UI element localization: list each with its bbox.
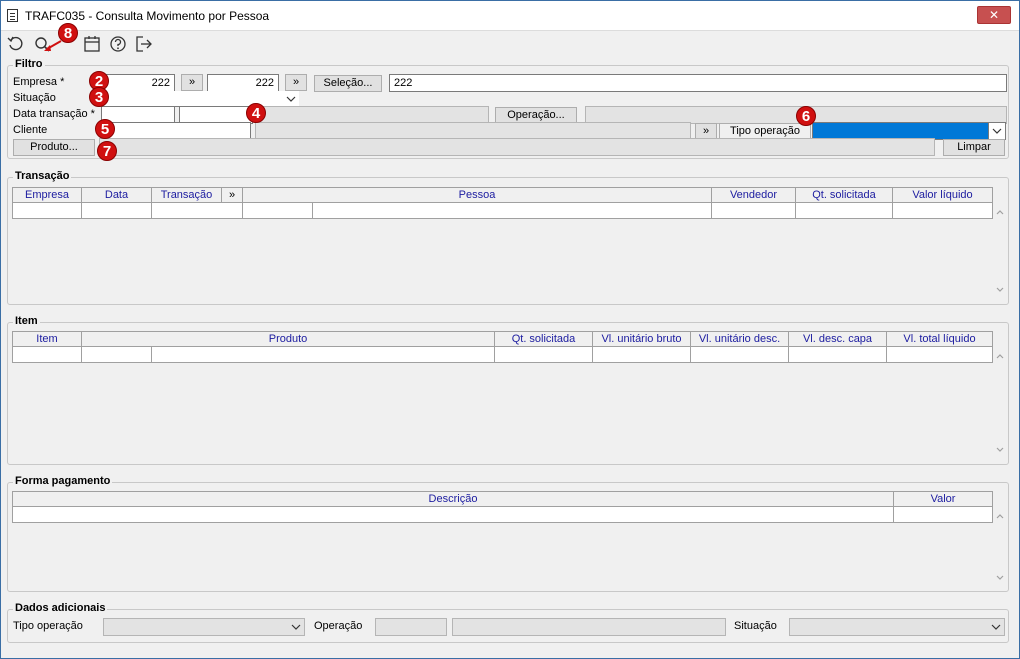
col-vendedor[interactable]: Vendedor xyxy=(712,187,796,203)
table-row-cell[interactable] xyxy=(893,203,993,219)
col-item[interactable]: Item xyxy=(12,331,82,347)
table-row-cell[interactable] xyxy=(82,203,152,219)
table-row-cell[interactable] xyxy=(82,347,152,363)
transacao-grid[interactable]: Empresa Data Transação » Pessoa Vendedor… xyxy=(12,187,1007,302)
situacao-label: Situação xyxy=(13,92,56,104)
limpar-button[interactable]: Limpar xyxy=(943,139,1005,156)
dados-operacao-label: Operação xyxy=(314,620,363,632)
document-icon xyxy=(7,9,18,22)
item-scrollbar[interactable] xyxy=(993,347,1007,459)
chevron-down-icon xyxy=(992,128,1002,134)
empresa-from-input[interactable]: 222 xyxy=(101,74,175,92)
help-icon[interactable] xyxy=(109,35,129,55)
table-row-cell[interactable] xyxy=(152,347,495,363)
col-vl-unitario-bruto[interactable]: Vl. unitário bruto xyxy=(593,331,691,347)
dados-operacao-code-field xyxy=(375,618,447,636)
transacao-title: Transação xyxy=(13,170,72,182)
cliente-label: Cliente xyxy=(13,124,48,136)
table-row-cell[interactable] xyxy=(887,347,993,363)
col-vl-desc-capa[interactable]: Vl. desc. capa xyxy=(789,331,887,347)
col-data[interactable]: Data xyxy=(82,187,152,203)
chevron-down-icon xyxy=(286,96,296,102)
filtro-title: Filtro xyxy=(13,58,45,70)
marker-6: 6 xyxy=(796,106,816,126)
item-title: Item xyxy=(13,315,40,327)
forma-pagamento-grid[interactable]: Descrição Valor xyxy=(12,491,1007,589)
col-valor-liquido[interactable]: Valor líquido xyxy=(893,187,993,203)
chevron-down-icon xyxy=(991,624,1001,630)
marker-4: 4 xyxy=(246,103,266,123)
selecao-value-field[interactable]: 222 xyxy=(389,74,1007,92)
forma-pagamento-title: Forma pagamento xyxy=(13,475,113,487)
table-row-cell[interactable] xyxy=(691,347,789,363)
transacao-group: Transação Empresa Data Transação » Pesso… xyxy=(7,170,1009,305)
refresh-icon[interactable] xyxy=(7,35,27,55)
selecao-button[interactable]: Seleção... xyxy=(314,75,382,92)
table-row-cell[interactable] xyxy=(894,507,993,523)
col-vl-total-liquido[interactable]: Vl. total líquido xyxy=(887,331,993,347)
table-row-cell[interactable] xyxy=(313,203,712,219)
dados-tipo-operacao-select[interactable] xyxy=(103,618,305,636)
dados-tipo-operacao-label: Tipo operação xyxy=(13,620,83,632)
main-window: TRAFC035 - Consulta Movimento por Pessoa… xyxy=(0,0,1020,659)
table-row-cell[interactable] xyxy=(12,203,82,219)
chevron-up-icon[interactable] xyxy=(995,351,1005,361)
dados-operacao-name-field xyxy=(452,618,726,636)
col-expand[interactable]: » xyxy=(222,187,243,203)
marker-3: 3 xyxy=(89,87,109,107)
forma-pagamento-group: Forma pagamento Descrição Valor xyxy=(7,475,1009,592)
col-pessoa[interactable]: Pessoa xyxy=(243,187,712,203)
produto-field xyxy=(99,138,935,156)
forma-pagamento-scrollbar[interactable] xyxy=(993,507,1007,587)
col-produto[interactable]: Produto xyxy=(82,331,495,347)
table-row-cell[interactable] xyxy=(712,203,796,219)
table-row-cell[interactable] xyxy=(12,507,894,523)
empresa-label: Empresa * xyxy=(13,76,65,88)
table-row-cell[interactable] xyxy=(243,203,313,219)
window-title: TRAFC035 - Consulta Movimento por Pessoa xyxy=(25,9,270,23)
table-row-cell[interactable] xyxy=(593,347,691,363)
col-vl-unitario-desc[interactable]: Vl. unitário desc. xyxy=(691,331,789,347)
item-group: Item Item Produto Qt. solicitada Vl. uni… xyxy=(7,315,1009,465)
dados-adicionais-title: Dados adicionais xyxy=(13,602,108,614)
chevron-down-icon[interactable] xyxy=(995,573,1005,583)
table-row-cell[interactable] xyxy=(12,347,82,363)
table-row-cell[interactable] xyxy=(796,203,893,219)
chevron-down-icon xyxy=(291,624,301,630)
col-valor[interactable]: Valor xyxy=(894,491,993,507)
chevron-down-icon[interactable] xyxy=(995,445,1005,455)
col-transacao[interactable]: Transação xyxy=(152,187,222,203)
title-bar: TRAFC035 - Consulta Movimento por Pessoa… xyxy=(1,1,1019,31)
situacao-select[interactable] xyxy=(101,91,299,107)
calendar-icon[interactable] xyxy=(83,35,103,55)
col-empresa[interactable]: Empresa xyxy=(12,187,82,203)
col-descricao[interactable]: Descrição xyxy=(12,491,894,507)
marker-7: 7 xyxy=(97,141,117,161)
data-transacao-label: Data transação * xyxy=(13,108,95,120)
dados-situacao-label: Situação xyxy=(734,620,777,632)
chevron-down-icon[interactable] xyxy=(995,285,1005,295)
dados-situacao-select[interactable] xyxy=(789,618,1005,636)
produto-button[interactable]: Produto... xyxy=(13,139,95,156)
col-qt-solicitada[interactable]: Qt. solicitada xyxy=(495,331,593,347)
table-row-cell[interactable] xyxy=(495,347,593,363)
transacao-scrollbar[interactable] xyxy=(993,203,1007,299)
empresa-from-expand-button[interactable]: » xyxy=(181,74,203,91)
item-grid[interactable]: Item Produto Qt. solicitada Vl. unitário… xyxy=(12,331,1007,462)
chevron-up-icon[interactable] xyxy=(995,511,1005,521)
table-row-cell[interactable] xyxy=(152,203,243,219)
col-qt-solicitada[interactable]: Qt. solicitada xyxy=(796,187,893,203)
chevron-up-icon[interactable] xyxy=(995,207,1005,217)
empresa-to-input[interactable]: 222 xyxy=(207,74,279,92)
marker-5: 5 xyxy=(95,119,115,139)
marker-8: 8 xyxy=(58,23,78,43)
table-row-cell[interactable] xyxy=(789,347,887,363)
close-button[interactable]: ✕ xyxy=(977,6,1011,24)
toolbar xyxy=(1,32,1019,58)
empresa-to-expand-button[interactable]: » xyxy=(285,74,307,91)
exit-icon[interactable] xyxy=(135,35,155,55)
